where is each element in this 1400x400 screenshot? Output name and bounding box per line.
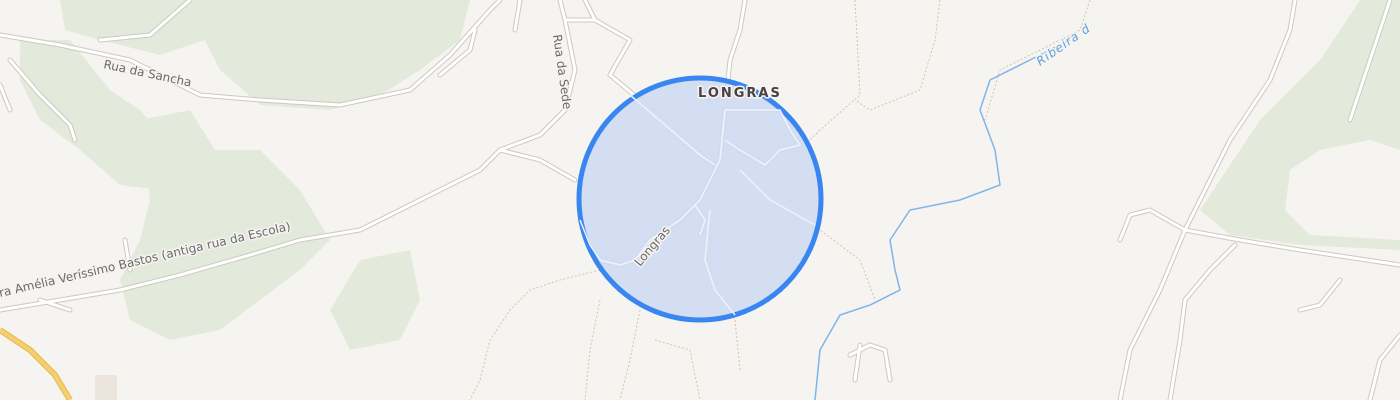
place-label-longras: LONGRAS (698, 86, 782, 101)
map-view[interactable]: LONGRAS Rua da Sancha Rua da Sede Longra… (0, 0, 1400, 400)
river (814, 39, 1071, 400)
street-label-rua-da-sancha: Rua da Sancha (102, 57, 192, 89)
main-road (0, 327, 73, 400)
building (95, 375, 117, 400)
map-canvas[interactable]: LONGRAS Rua da Sancha Rua da Sede Longra… (0, 0, 1400, 400)
waterway-label-ribeira: Ribeira d (1034, 21, 1093, 68)
